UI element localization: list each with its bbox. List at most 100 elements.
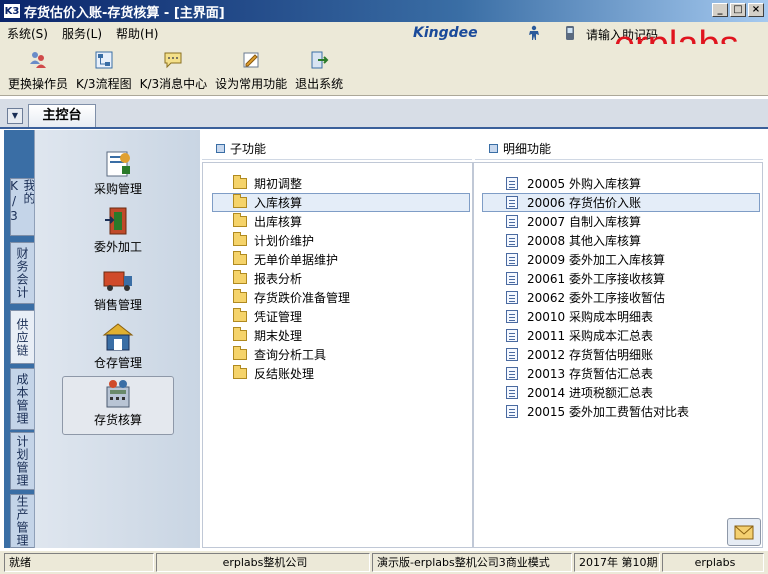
set-favorite-label: 设为常用功能 bbox=[215, 77, 288, 91]
subfunction-item[interactable]: 报表分析 bbox=[212, 269, 470, 288]
module-sales[interactable]: 销售管理 bbox=[62, 262, 174, 318]
folder-open-icon bbox=[233, 194, 247, 208]
folder-icon bbox=[233, 327, 247, 341]
folder-icon bbox=[233, 270, 247, 284]
message-center-label: K/3消息中心 bbox=[139, 77, 208, 91]
document-icon bbox=[506, 253, 518, 266]
exit-system-label: 退出系统 bbox=[295, 77, 344, 91]
menu-system[interactable]: 系统(S) bbox=[0, 25, 55, 42]
subfunction-item[interactable]: 反结账处理 bbox=[212, 364, 470, 383]
document-icon bbox=[506, 310, 518, 323]
folder-icon bbox=[233, 175, 247, 189]
detail-item[interactable]: 20008 其他入库核算 bbox=[482, 231, 760, 250]
exit-system-button[interactable]: 退出系统 bbox=[291, 44, 347, 95]
module-sales-label: 销售管理 bbox=[93, 298, 142, 312]
document-icon bbox=[506, 177, 518, 190]
folder-icon bbox=[233, 251, 247, 265]
mail-icon bbox=[734, 525, 754, 540]
status-bar: 就绪 erplabs整机公司 演示版-erplabs整机公司3商业模式 2017… bbox=[0, 550, 768, 574]
module-inventory-accounting-label: 存货核算 bbox=[93, 413, 142, 427]
detail-item-selected[interactable]: 20006 存货估价入账 bbox=[482, 193, 760, 212]
mail-button[interactable] bbox=[727, 518, 761, 546]
set-favorite-button[interactable]: 设为常用功能 bbox=[211, 44, 291, 95]
header-square-icon bbox=[489, 144, 498, 153]
flowchart-button[interactable]: K/3流程图 bbox=[72, 44, 136, 95]
module-inventory-accounting[interactable]: 存货核算 bbox=[62, 376, 174, 435]
menu-service[interactable]: 服务(L) bbox=[55, 25, 109, 42]
maximize-button[interactable]: □ bbox=[730, 3, 746, 17]
favorite-icon bbox=[243, 52, 259, 68]
kingdee-logo: Kingdee bbox=[413, 25, 478, 41]
folder-icon bbox=[233, 308, 247, 322]
folder-icon bbox=[233, 365, 247, 379]
change-user-label: 更换操作员 bbox=[8, 77, 69, 91]
detail-item[interactable]: 20012 存货暂估明细账 bbox=[482, 345, 760, 364]
message-icon bbox=[164, 52, 182, 69]
subfunction-item[interactable]: 出库核算 bbox=[212, 212, 470, 231]
detail-item[interactable]: 20013 存货暂估汇总表 bbox=[482, 364, 760, 383]
detail-item[interactable]: 20010 采购成本明细表 bbox=[482, 307, 760, 326]
subfunction-item[interactable]: 凭证管理 bbox=[212, 307, 470, 326]
tab-strip: ▼ 主控台 bbox=[0, 98, 768, 129]
detail-item[interactable]: 20014 进项税额汇总表 bbox=[482, 383, 760, 402]
exit-icon bbox=[311, 51, 329, 69]
warehouse-icon bbox=[102, 323, 134, 351]
module-panel: 采购管理 委外加工 销售管理 仓存管理 存货核算 bbox=[34, 130, 200, 548]
module-outsourcing[interactable]: 委外加工 bbox=[62, 204, 174, 260]
inventory-accounting-icon bbox=[106, 380, 130, 408]
subfunction-item[interactable]: 期初调整 bbox=[212, 174, 470, 193]
vtab-planning[interactable]: 计划管理 bbox=[10, 432, 34, 490]
subfunction-list: 期初调整 入库核算 出库核算 计划价维护 无单价单据维护 报表分析 存货跌价准备… bbox=[212, 174, 470, 383]
detail-item[interactable]: 20011 采购成本汇总表 bbox=[482, 326, 760, 345]
message-center-button[interactable]: K/3消息中心 bbox=[136, 44, 212, 95]
document-icon bbox=[506, 234, 518, 247]
flowchart-icon bbox=[95, 51, 113, 69]
detail-list: 20005 外购入库核算 20006 存货估价入账 20007 自制入库核算 2000… bbox=[482, 174, 760, 421]
sales-icon bbox=[103, 271, 132, 291]
vtab-my-k3[interactable]: 我的K/3 bbox=[7, 178, 36, 236]
module-purchase[interactable]: 采购管理 bbox=[62, 146, 174, 202]
purchase-icon bbox=[106, 151, 130, 177]
folder-icon bbox=[233, 213, 247, 227]
status-text: 就绪 bbox=[4, 553, 154, 572]
vtab-finance[interactable]: 财务会计 bbox=[10, 242, 34, 304]
menu-help[interactable]: 帮助(H) bbox=[109, 25, 165, 42]
close-button[interactable]: × bbox=[748, 3, 764, 17]
toolbar: 更换操作员 K/3流程图 K/3消息中心 设为常用功能 退出系统 bbox=[0, 44, 768, 96]
subfunction-item-selected[interactable]: 入库核算 bbox=[212, 193, 470, 212]
subfunction-item[interactable]: 查询分析工具 bbox=[212, 345, 470, 364]
document-icon bbox=[506, 215, 518, 228]
subfunction-item[interactable]: 存货跌价准备管理 bbox=[212, 288, 470, 307]
subfunction-item[interactable]: 计划价维护 bbox=[212, 231, 470, 250]
module-outsourcing-label: 委外加工 bbox=[93, 240, 142, 254]
detail-item[interactable]: 20005 外购入库核算 bbox=[482, 174, 760, 193]
tab-main-console[interactable]: 主控台 bbox=[28, 104, 96, 128]
vtab-supply-chain[interactable]: 供应链 bbox=[10, 310, 34, 364]
vtab-production[interactable]: 生产管理 bbox=[10, 494, 34, 548]
subfunction-item[interactable]: 无单价单据维护 bbox=[212, 250, 470, 269]
document-icon bbox=[506, 367, 518, 380]
document-icon bbox=[506, 386, 518, 399]
document-icon bbox=[506, 196, 518, 209]
status-company: erplabs整机公司 bbox=[156, 553, 370, 572]
window-controls: _ □ × bbox=[712, 3, 764, 17]
detail-item[interactable]: 20062 委外工序接收暂估 bbox=[482, 288, 760, 307]
detail-item[interactable]: 20009 委外加工入库核算 bbox=[482, 250, 760, 269]
detail-header: 明细功能 bbox=[475, 138, 763, 160]
minimize-button[interactable]: _ bbox=[712, 3, 728, 17]
detail-item[interactable]: 20061 委外工序接收核算 bbox=[482, 269, 760, 288]
vtab-cost-management[interactable]: 成本管理 bbox=[10, 368, 34, 430]
document-icon bbox=[506, 291, 518, 304]
detail-item[interactable]: 20007 自制入库核算 bbox=[482, 212, 760, 231]
status-period: 2017年 第10期 bbox=[574, 553, 660, 572]
phone-icon[interactable] bbox=[562, 25, 578, 41]
app-icon: K3 bbox=[3, 3, 21, 19]
tab-underline bbox=[0, 127, 768, 129]
change-user-button[interactable]: 更换操作员 bbox=[4, 44, 72, 95]
detail-item[interactable]: 20015 委外加工费暂估对比表 bbox=[482, 402, 760, 421]
tab-dropdown-button[interactable]: ▼ bbox=[7, 108, 23, 124]
module-warehouse[interactable]: 仓存管理 bbox=[62, 320, 174, 376]
module-warehouse-label: 仓存管理 bbox=[93, 356, 142, 370]
people-icon[interactable] bbox=[526, 25, 542, 41]
subfunction-item[interactable]: 期末处理 bbox=[212, 326, 470, 345]
